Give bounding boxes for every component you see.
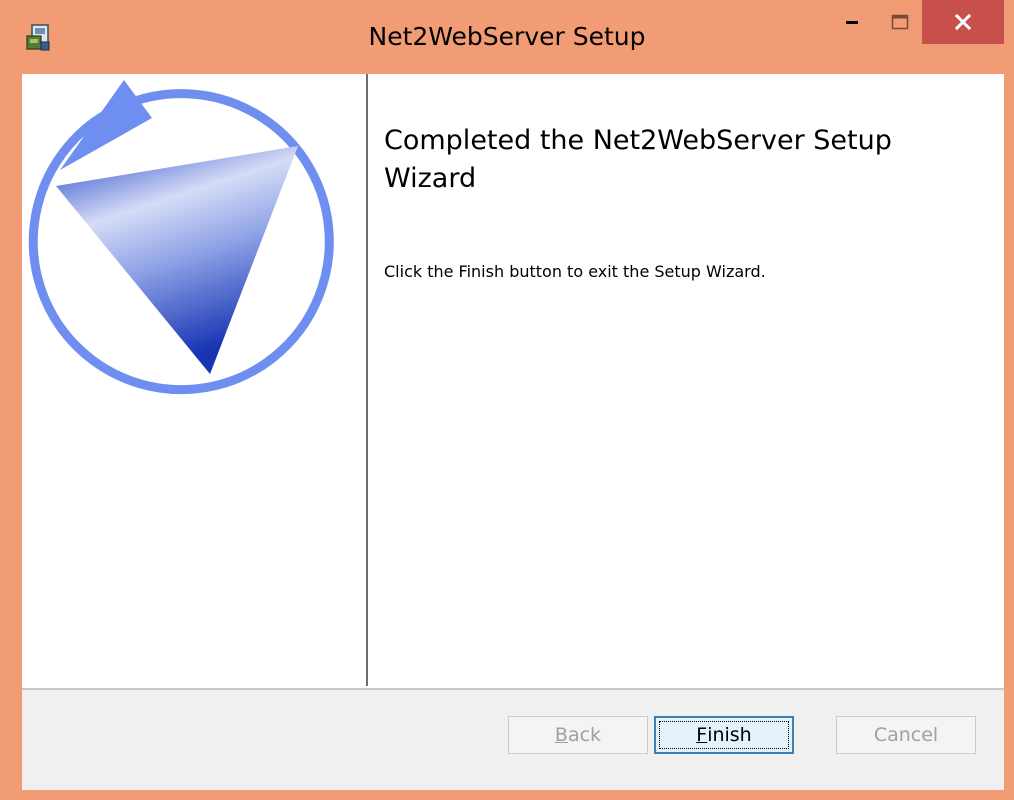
wizard-content: Completed the Net2WebServer Setup Wizard… xyxy=(384,122,984,281)
wizard-client-area: Completed the Net2WebServer Setup Wizard… xyxy=(22,74,1004,790)
finish-button[interactable]: Finish xyxy=(654,716,794,754)
setup-window: Net2WebServer Setup Completed the Net2We… xyxy=(0,0,1014,800)
cancel-button[interactable]: Cancel xyxy=(836,716,976,754)
title-bar[interactable]: Net2WebServer Setup xyxy=(0,0,1014,74)
back-button[interactable]: Back xyxy=(508,716,648,754)
minimize-button[interactable] xyxy=(826,0,878,44)
wizard-graphic-panel xyxy=(22,74,366,688)
focus-ring xyxy=(659,721,789,749)
back-label-rest: ack xyxy=(567,724,602,746)
button-bar: Back Finish Cancel xyxy=(22,690,1004,790)
vertical-divider xyxy=(366,74,368,686)
maximize-icon xyxy=(891,14,909,30)
close-button[interactable] xyxy=(922,0,1004,44)
maximize-button[interactable] xyxy=(878,0,922,44)
close-icon xyxy=(955,14,971,30)
minimize-icon xyxy=(846,21,858,24)
cancel-label: Cancel xyxy=(873,724,939,746)
page-title: Completed the Net2WebServer Setup Wizard xyxy=(384,125,892,194)
setup-wizard-logo xyxy=(28,80,334,395)
instruction-text: Click the Finish button to exit the Setu… xyxy=(384,262,766,281)
back-mnemonic: B xyxy=(554,724,568,746)
